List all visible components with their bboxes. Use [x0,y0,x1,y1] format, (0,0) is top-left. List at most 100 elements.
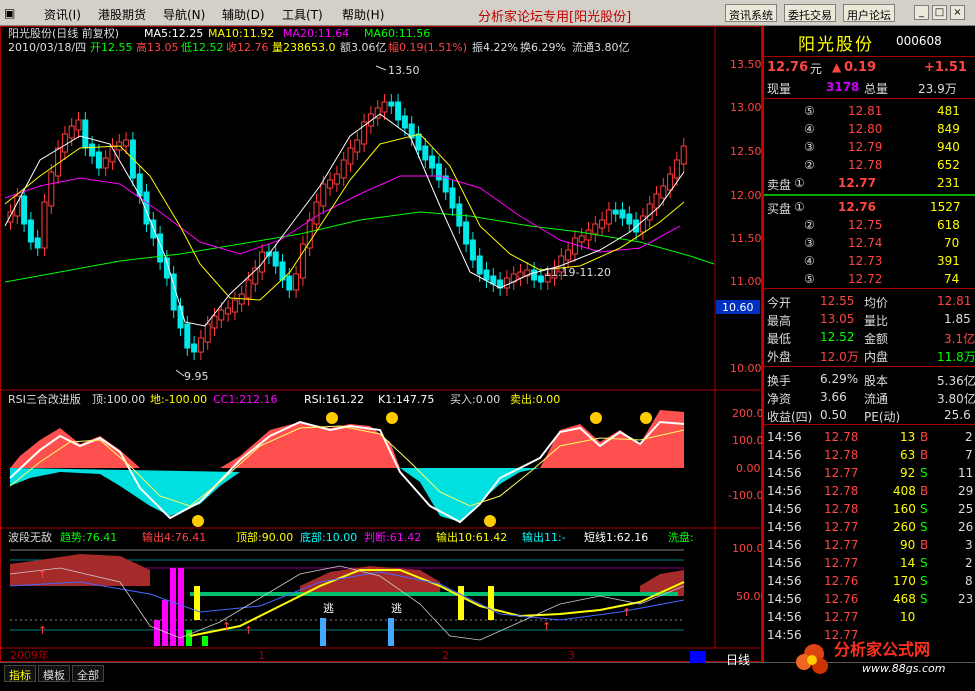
candle-body [27,219,34,243]
candle-body [340,159,347,179]
quote-row: 卖盘 ① 12.77 231 [764,174,975,192]
candle-body [612,209,619,215]
price-tick: 13.00 [730,101,762,114]
tick-price: 12.78 [824,448,859,462]
rsi-sell: 卖出:0.00 [510,392,560,406]
tick-time: 14:56 [767,520,802,534]
candle-body [347,147,354,165]
menu-item-assist[interactable]: 辅助(D) [222,6,265,23]
tick-direction: S [920,502,928,516]
stat-label: 外盘 [767,350,792,364]
stat-value: 6.29% [820,372,859,386]
bid-volume: 70 [944,236,960,250]
ask-price: 12.77 [838,176,876,190]
tick-price: 12.78 [824,484,859,498]
quote-row: 14:56 12.77 90 B 3 [764,536,975,554]
candle-body [82,119,89,149]
tick-direction: B [920,430,929,444]
info-system-button[interactable]: 资讯系统 [725,4,777,22]
candle-body [272,251,279,267]
bar-volume: 量238653.0 [272,41,336,54]
ask-price: 12.78 [848,158,883,172]
menu-item-hk-futures[interactable]: 港股期货 [98,6,146,23]
trade-button[interactable]: 委托交易 [784,4,836,22]
tab-indicators[interactable]: 指标 [4,665,36,682]
tick-time: 14:56 [767,538,802,552]
svg-text:↑: ↑ [38,568,47,581]
menu-item-news[interactable]: 资讯(I) [44,6,81,23]
tick-volume: 160 [893,502,916,516]
quote-row: 收益(四) 0.50 PE(动) 25.6 [764,406,975,424]
tick-time: 14:56 [767,592,802,606]
stock-code: 000608 [896,34,942,48]
tick-count: 8 [965,574,973,588]
stat-label: 收益(四) [767,410,813,424]
candle-body [7,211,14,223]
candle-body [490,275,497,285]
rsi-k1: K1:147.75 [378,393,434,406]
wave-top: 顶部:90.00 [236,530,293,544]
candle-body [320,183,327,207]
stock-name: 阳光股份 [798,35,874,55]
menu-item-tools[interactable]: 工具(T) [282,6,323,23]
month-label: 3 [568,649,575,662]
tick-volume: 63 [900,448,916,462]
stat-label: PE(动) [864,410,901,424]
tick-time: 14:56 [767,556,802,570]
bid-volume: 1527 [930,200,961,214]
ask-volume: 481 [937,104,960,118]
bar-change: 幅0.19(1.51%) [388,41,467,54]
tick-count: 29 [958,484,974,498]
candle-body [21,195,28,225]
candle-body [483,269,490,281]
maximize-button[interactable]: □ [932,5,947,20]
bid-price: 12.72 [848,272,883,286]
wave-out11: 输出11:- [522,530,566,544]
period-label[interactable]: 日线 [726,651,750,668]
scroll-button[interactable] [690,651,706,663]
stat-label: 股本 [864,374,889,388]
bar-low: 低12.52 [181,41,224,54]
candle-body [34,237,41,249]
bid-volume: 391 [937,254,960,268]
price-tick: 12.50 [730,145,762,158]
candle-body [75,119,82,131]
level-label: ③ [804,140,815,154]
menu-icon[interactable]: ▣ [4,6,15,20]
candle-body [537,275,544,283]
stat-value: 13.05 [820,312,855,326]
level-label: ② [804,218,815,232]
stat-value: 3.66 [820,390,847,404]
svg-text:↑: ↑ [38,624,47,637]
candle-body [463,221,470,245]
tick-price: 12.76 [824,574,859,588]
level-label: ② [804,158,815,172]
quote-row: 14:56 12.77 14 S 2 [764,554,975,572]
tab-templates[interactable]: 模板 [38,665,70,682]
tick-count: 25 [958,502,974,516]
candle-body [293,273,300,291]
high-label: 13.50 [388,64,420,77]
tick-volume: 408 [893,484,916,498]
menu-item-navigate[interactable]: 导航(N) [163,6,205,23]
tab-all[interactable]: 全部 [72,665,104,682]
forum-button[interactable]: 用户论坛 [843,4,895,22]
bid-volume: 618 [937,218,960,232]
quote-row: ② 12.78 652 [764,156,975,174]
quote-row: ④ 12.73 391 [764,252,975,270]
rsi-top: 顶:100.00 [92,393,145,406]
stat-label: 流通 [864,392,889,406]
level-label: ④ [804,122,815,136]
quote-row: 最低 12.52 金额 3.1亿 [764,328,975,346]
stat-value: 11.8万 [937,350,975,364]
menu-item-help[interactable]: 帮助(H) [342,6,384,23]
logo-text: 分析家公式网 [834,640,931,659]
minimize-button[interactable]: _ [914,5,929,20]
rsi-bottom: 地:-100.00 [150,393,207,406]
tick-volume: 92 [900,466,916,480]
stat-value: 5.36亿 [937,374,975,388]
tick-direction: S [920,466,928,480]
ask-price: 12.81 [848,104,883,118]
kline-chart-area[interactable]: 阳光股份(日线 前复权) MA5:12.25 MA10:11.92 MA20:1… [0,26,762,662]
close-button[interactable]: × [950,5,965,20]
